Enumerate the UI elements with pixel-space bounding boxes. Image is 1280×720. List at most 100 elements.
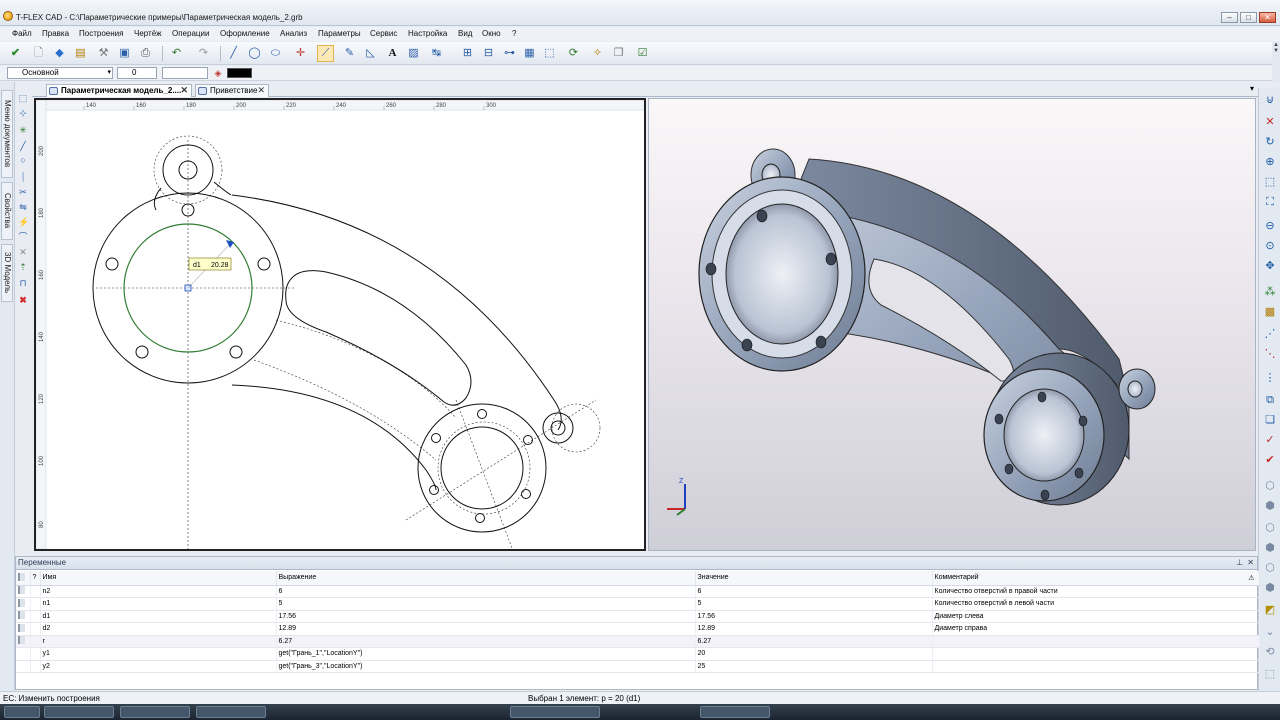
var-name[interactable]: n2 <box>40 585 277 598</box>
slash-line-icon[interactable]: ╱ <box>18 141 28 151</box>
view-magnet-icon[interactable]: ⊍ <box>1262 92 1278 108</box>
filter-icon[interactable]: ⋱ <box>1262 346 1278 362</box>
var-expression[interactable]: 5 <box>276 597 696 611</box>
cube-back-icon[interactable]: ⬡ <box>1262 560 1278 576</box>
cube-front-icon[interactable]: ⬡ <box>1262 478 1278 494</box>
rotate-icon[interactable]: ↻ <box>1262 134 1278 150</box>
vertical-line-icon[interactable]: ⏐ <box>18 172 28 182</box>
copy-view-icon[interactable]: ❏ <box>1262 412 1278 428</box>
check-icon[interactable]: ☑ <box>634 45 651 62</box>
open-icon[interactable]: ▤ <box>72 45 89 62</box>
drawing-canvas[interactable]: 140 160 180 200 220 240 260 280 300 200 … <box>36 100 644 549</box>
menu-analysis[interactable]: Анализ <box>280 29 307 38</box>
tab-parametric-model[interactable]: Параметрическая модель_2.... ✕ <box>46 84 192 97</box>
close-icon[interactable]: ✕ <box>1247 557 1254 569</box>
menu-file[interactable]: Файл <box>12 29 32 38</box>
view-down-icon[interactable]: ⌄ <box>1262 624 1278 640</box>
ellipse-icon[interactable]: ⬭ <box>267 45 284 62</box>
delete-node-icon[interactable]: ✕ <box>18 247 28 257</box>
cube-bottom-icon[interactable]: ⬢ <box>1262 580 1278 596</box>
var-name[interactable]: n1 <box>40 597 277 611</box>
menu-settings[interactable]: Настройка <box>408 29 447 38</box>
flash-icon[interactable]: ⚡ <box>18 217 29 227</box>
var-comment[interactable] <box>932 660 1260 673</box>
var-comment[interactable]: Диаметр справа <box>932 622 1260 636</box>
priority-field[interactable] <box>162 67 208 79</box>
snap-icon[interactable]: ⊞ <box>459 45 476 62</box>
print-icon[interactable]: ⎙ <box>137 45 154 62</box>
var-expression[interactable]: get("Грань_1","LocationY") <box>276 647 696 661</box>
menu-service[interactable]: Сервис <box>370 29 397 38</box>
layer-select[interactable]: Основной ▾ <box>7 67 113 79</box>
model-3d-canvas[interactable]: Z <box>649 99 1256 551</box>
tangent-icon[interactable]: ⌒ <box>18 232 28 242</box>
hatch-icon[interactable]: ▨ <box>405 45 422 62</box>
cube-iso-icon[interactable]: ◩ <box>1262 602 1278 618</box>
var-comment[interactable]: Количество отверстий в правой части <box>932 585 1260 598</box>
tab-document-menu[interactable]: Меню документов <box>1 90 13 178</box>
copy-icon[interactable]: ❐ <box>610 45 627 62</box>
table-row[interactable]: d2 12.89 12.89 Диаметр справа <box>16 622 1260 636</box>
menu-edit[interactable]: Правка <box>42 29 69 38</box>
pen-icon[interactable]: ✎ <box>341 45 358 62</box>
zoom-window-icon[interactable]: ⬚ <box>1262 174 1278 190</box>
snap-settings-icon[interactable]: ⋰ <box>1262 326 1278 342</box>
table-row[interactable]: y2 get("Грань_3","LocationY") 25 <box>16 660 1260 673</box>
menu-annotation[interactable]: Оформление <box>220 29 270 38</box>
fragment-icon[interactable]: ⬚ <box>541 45 558 62</box>
level-field[interactable]: 0 <box>117 67 157 79</box>
var-name[interactable]: d1 <box>40 610 277 623</box>
save-icon[interactable]: ▣ <box>116 45 133 62</box>
view-more-icon[interactable]: ⬚ <box>1262 666 1278 682</box>
table-row[interactable]: n2 6 6 Количество отверстий в правой час… <box>16 585 1260 598</box>
taskbar-start[interactable] <box>4 706 40 718</box>
mirror-icon[interactable]: ⇋ <box>18 202 28 212</box>
taskbar-item[interactable] <box>700 706 770 718</box>
header-value[interactable]: Значение <box>695 571 933 586</box>
drawing-viewport-2d[interactable]: 140 160 180 200 220 240 260 280 300 200 … <box>34 98 646 551</box>
cube-top-icon[interactable]: ⬢ <box>1262 498 1278 514</box>
model-viewport-3d[interactable]: Z <box>648 98 1256 551</box>
check-double-icon[interactable]: ✔ <box>1262 452 1278 468</box>
confirm-icon[interactable]: ✔ <box>7 45 24 62</box>
cube-left-icon[interactable]: ⬡ <box>1262 520 1278 536</box>
menu-window[interactable]: Окно <box>482 29 501 38</box>
cube-right-icon[interactable]: ⬢ <box>1262 540 1278 556</box>
pin-icon[interactable]: ⊥ <box>1236 557 1243 569</box>
zoom-in-icon[interactable]: ⊕ <box>1262 154 1278 170</box>
header-name[interactable]: Имя <box>40 571 277 586</box>
align-icon[interactable]: ⊟ <box>480 45 497 62</box>
layers-icon[interactable]: ⁂ <box>1262 284 1278 300</box>
menu-parameters[interactable]: Параметры <box>318 29 361 38</box>
regenerate-icon[interactable]: ⟳ <box>565 45 582 62</box>
var-comment[interactable]: Количество отверстий в левой части <box>932 597 1260 611</box>
table-icon[interactable]: ▦ <box>521 45 538 62</box>
zoom-fit-icon[interactable]: ⛶ <box>1262 194 1278 210</box>
var-name[interactable]: d2 <box>40 622 277 636</box>
menu-drawing[interactable]: Чертёж <box>134 29 162 38</box>
line-icon[interactable]: ╱ <box>225 45 242 62</box>
node-icon[interactable]: ✛ <box>292 45 309 62</box>
maximize-button[interactable]: □ <box>1240 12 1257 23</box>
small-circle-icon[interactable]: ○ <box>18 155 28 165</box>
stack-icon[interactable]: ⧉ <box>1262 392 1278 408</box>
tab-welcome[interactable]: Приветствие ✕ <box>195 84 269 97</box>
close-icon[interactable]: ✕ <box>180 85 188 96</box>
close-button[interactable]: ✕ <box>1259 12 1276 23</box>
var-expression[interactable]: 6.27 <box>276 635 696 648</box>
view-rotate-icon[interactable]: ⟲ <box>1262 644 1278 660</box>
var-comment[interactable] <box>932 647 1260 661</box>
variables-icon[interactable]: ✧ <box>589 45 606 62</box>
menu-construct[interactable]: Построения <box>79 29 123 38</box>
table-row[interactable]: d1 17.56 17.56 Диаметр слева <box>16 610 1260 623</box>
toolbar-scroll[interactable]: ▲ ▼ <box>1272 42 1280 82</box>
table-row[interactable]: n1 5 5 Количество отверстий в левой част… <box>16 597 1260 611</box>
tab-properties[interactable]: Свойства <box>1 182 13 240</box>
var-comment[interactable] <box>932 635 1260 648</box>
color-picker-icon[interactable]: ◈ <box>212 66 224 80</box>
zoom-all-icon[interactable]: ⊙ <box>1262 238 1278 254</box>
close-icon[interactable]: ✕ <box>257 85 265 96</box>
header-expression[interactable]: Выражение <box>276 571 696 586</box>
undo-icon[interactable]: ↶ <box>168 45 185 62</box>
var-expression[interactable]: get("Грань_3","LocationY") <box>276 660 696 673</box>
